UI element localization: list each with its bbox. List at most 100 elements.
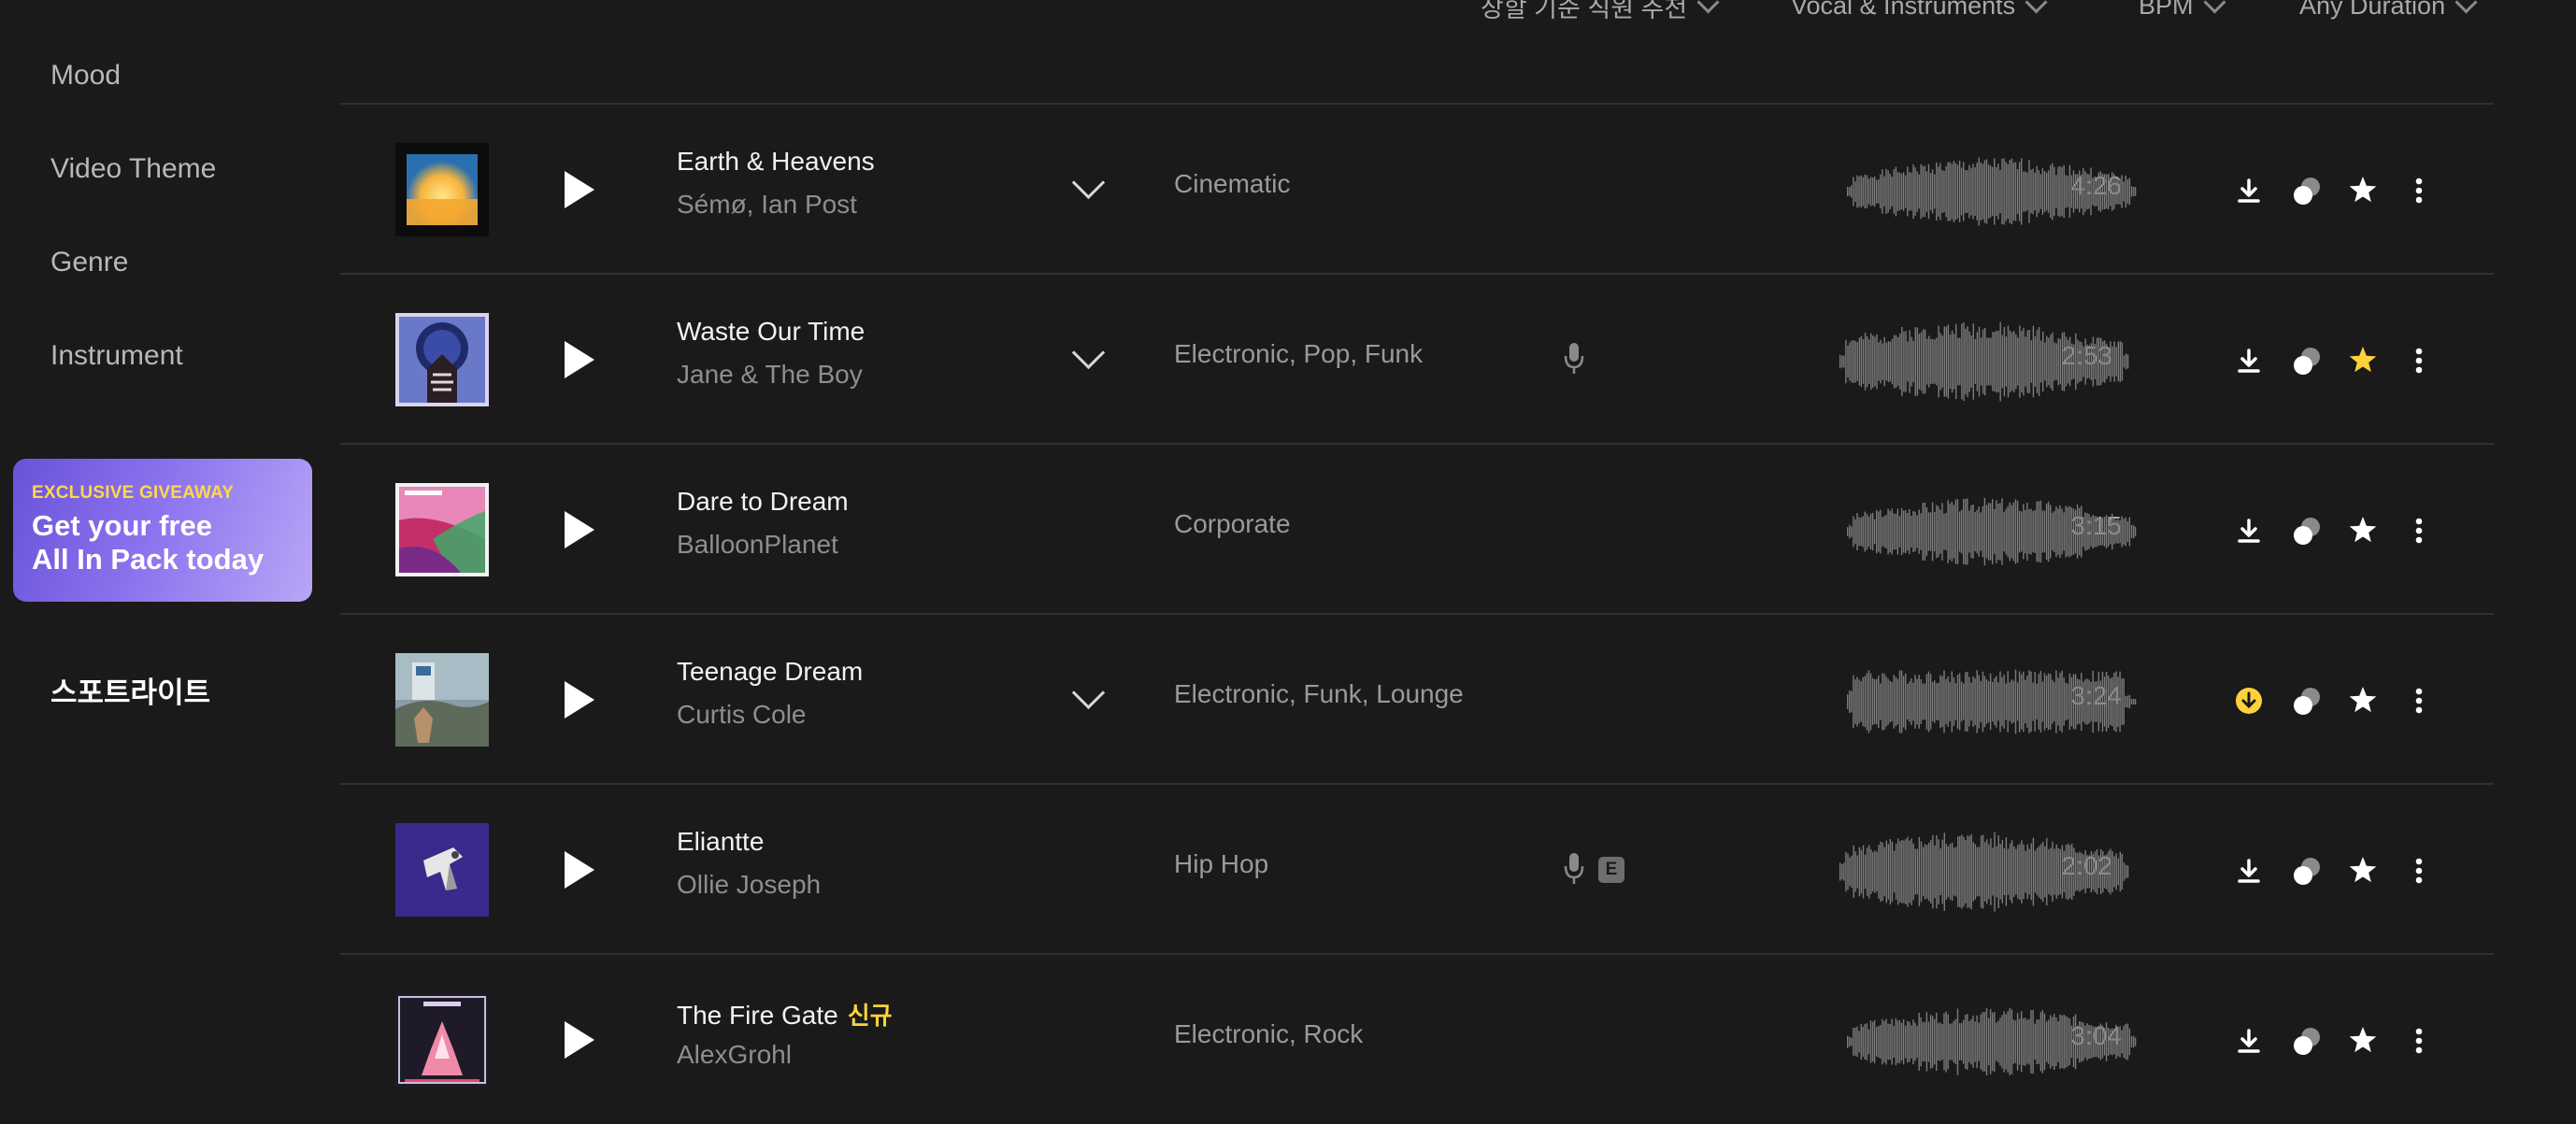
chevron-down-icon xyxy=(1071,335,1106,370)
stems-icon xyxy=(2294,348,2320,375)
track-title[interactable]: Dare to Dream xyxy=(677,487,849,517)
play-button[interactable] xyxy=(548,328,613,393)
track-row[interactable]: Dare to Dream BalloonPlanet Corporate 3:… xyxy=(340,444,2494,614)
filter-vocal-instruments[interactable]: Vocal & Instruments xyxy=(1791,0,2048,20)
star-icon xyxy=(2349,517,2377,543)
stems-button[interactable] xyxy=(2288,682,2326,719)
more-button[interactable] xyxy=(2400,852,2438,889)
track-artist[interactable]: Sémø, Ian Post xyxy=(677,190,857,220)
track-row[interactable]: Eliantte Ollie Joseph Hip Hop E 2:02 xyxy=(340,784,2494,954)
more-button[interactable] xyxy=(2400,172,2438,209)
download-button[interactable] xyxy=(2230,342,2268,379)
track-title[interactable]: The Fire Gate 신규 xyxy=(677,997,893,1032)
favorite-button[interactable] xyxy=(2344,1022,2382,1060)
play-button[interactable] xyxy=(548,668,613,733)
waveform-graphic xyxy=(1847,497,2137,566)
track-row[interactable]: The Fire Gate 신규 AlexGrohl Electronic, Ro… xyxy=(340,954,2494,1124)
track-genres[interactable]: Corporate xyxy=(1174,509,1291,539)
favorite-button[interactable] xyxy=(2344,512,2382,549)
play-button[interactable] xyxy=(548,838,613,903)
waveform[interactable] xyxy=(1839,825,2129,918)
download-icon xyxy=(2238,178,2260,203)
chevron-down-icon xyxy=(1696,0,1720,14)
track-artist[interactable]: Curtis Cole xyxy=(677,700,806,730)
expand-button[interactable] xyxy=(1064,162,1110,208)
track-title[interactable]: Earth & Heavens xyxy=(677,147,875,177)
album-cover[interactable] xyxy=(395,993,489,1087)
track-title[interactable]: Teenage Dream xyxy=(677,657,863,687)
play-icon xyxy=(565,1021,594,1059)
download-button[interactable] xyxy=(2230,682,2268,719)
filter-staff-picks[interactable]: 장할 기준 직원 추천 xyxy=(1481,0,1720,22)
chevron-down-icon xyxy=(1071,676,1106,710)
play-icon xyxy=(565,511,594,548)
album-cover[interactable] xyxy=(395,143,489,236)
stems-button[interactable] xyxy=(2288,342,2326,379)
stems-button[interactable] xyxy=(2288,512,2326,549)
track-artist[interactable]: BalloonPlanet xyxy=(677,530,838,560)
sidebar-item-mood[interactable]: Mood xyxy=(50,60,121,92)
promo-banner[interactable]: EXCLUSIVE GIVEAWAY Get your free All In … xyxy=(13,459,312,602)
play-button[interactable] xyxy=(548,1008,613,1074)
download-icon xyxy=(2236,688,2262,714)
download-button[interactable] xyxy=(2230,512,2268,549)
more-button[interactable] xyxy=(2400,342,2438,379)
sidebar-item-video-theme[interactable]: Video Theme xyxy=(50,153,216,185)
waveform[interactable] xyxy=(1839,315,2129,408)
track-genres[interactable]: Hip Hop xyxy=(1174,849,1268,879)
album-cover[interactable] xyxy=(395,653,489,747)
stems-icon xyxy=(2294,178,2320,205)
stems-button[interactable] xyxy=(2288,1022,2326,1060)
more-button[interactable] xyxy=(2400,512,2438,549)
filter-duration[interactable]: Any Duration xyxy=(2299,0,2478,20)
favorite-button[interactable] xyxy=(2344,852,2382,889)
stems-button[interactable] xyxy=(2288,852,2326,889)
track-genres[interactable]: Electronic, Rock xyxy=(1174,1019,1363,1049)
track-row[interactable]: Teenage Dream Curtis Cole Electronic, Fu… xyxy=(340,614,2494,784)
sidebar-item-genre[interactable]: Genre xyxy=(50,247,128,278)
more-vertical-icon xyxy=(2415,518,2423,544)
track-genres[interactable]: Electronic, Funk, Lounge xyxy=(1174,679,1464,709)
track-title[interactable]: Waste Our Time xyxy=(677,317,865,347)
track-title[interactable]: Eliantte xyxy=(677,827,764,857)
track-title-text: Dare to Dream xyxy=(677,487,849,516)
waveform[interactable] xyxy=(1847,655,2137,748)
sidebar-item-spotlight[interactable]: 스포트라이트 xyxy=(50,669,210,711)
favorite-button[interactable] xyxy=(2344,342,2382,379)
expand-button[interactable] xyxy=(1064,332,1110,378)
star-icon xyxy=(2349,687,2377,713)
album-cover[interactable] xyxy=(395,313,489,406)
download-icon xyxy=(2238,1029,2260,1053)
track-artist[interactable]: Jane & The Boy xyxy=(677,360,863,390)
track-row[interactable]: Waste Our Time Jane & The Boy Electronic… xyxy=(340,274,2494,444)
download-button[interactable] xyxy=(2230,852,2268,889)
favorite-button[interactable] xyxy=(2344,682,2382,719)
stems-button[interactable] xyxy=(2288,172,2326,209)
album-cover[interactable] xyxy=(395,483,489,576)
stems-icon xyxy=(2294,688,2320,715)
favorite-button[interactable] xyxy=(2344,172,2382,209)
sidebar-item-instrument[interactable]: Instrument xyxy=(50,340,183,372)
track-row[interactable]: Earth & Heavens Sémø, Ian Post Cinematic… xyxy=(340,104,2494,274)
download-button[interactable] xyxy=(2230,172,2268,209)
more-vertical-icon xyxy=(2415,858,2423,884)
filter-bpm[interactable]: BPM xyxy=(2139,0,2226,20)
expand-button[interactable] xyxy=(1064,672,1110,719)
more-button[interactable] xyxy=(2400,682,2438,719)
more-button[interactable] xyxy=(2400,1022,2438,1060)
track-artist[interactable]: AlexGrohl xyxy=(677,1040,792,1070)
waveform[interactable] xyxy=(1847,485,2137,578)
play-button[interactable] xyxy=(548,158,613,223)
album-cover[interactable] xyxy=(395,823,489,917)
waveform[interactable] xyxy=(1847,145,2137,238)
track-genres[interactable]: Cinematic xyxy=(1174,169,1290,199)
stems-icon xyxy=(2294,1028,2320,1055)
promo-line-1: Get your free xyxy=(32,509,212,542)
download-button[interactable] xyxy=(2230,1022,2268,1060)
track-artist[interactable]: Ollie Joseph xyxy=(677,870,821,900)
play-button[interactable] xyxy=(548,498,613,563)
track-genres[interactable]: Electronic, Pop, Funk xyxy=(1174,339,1423,369)
play-icon xyxy=(565,171,594,208)
filter-label: BPM xyxy=(2139,0,2194,20)
waveform[interactable] xyxy=(1847,995,2137,1088)
